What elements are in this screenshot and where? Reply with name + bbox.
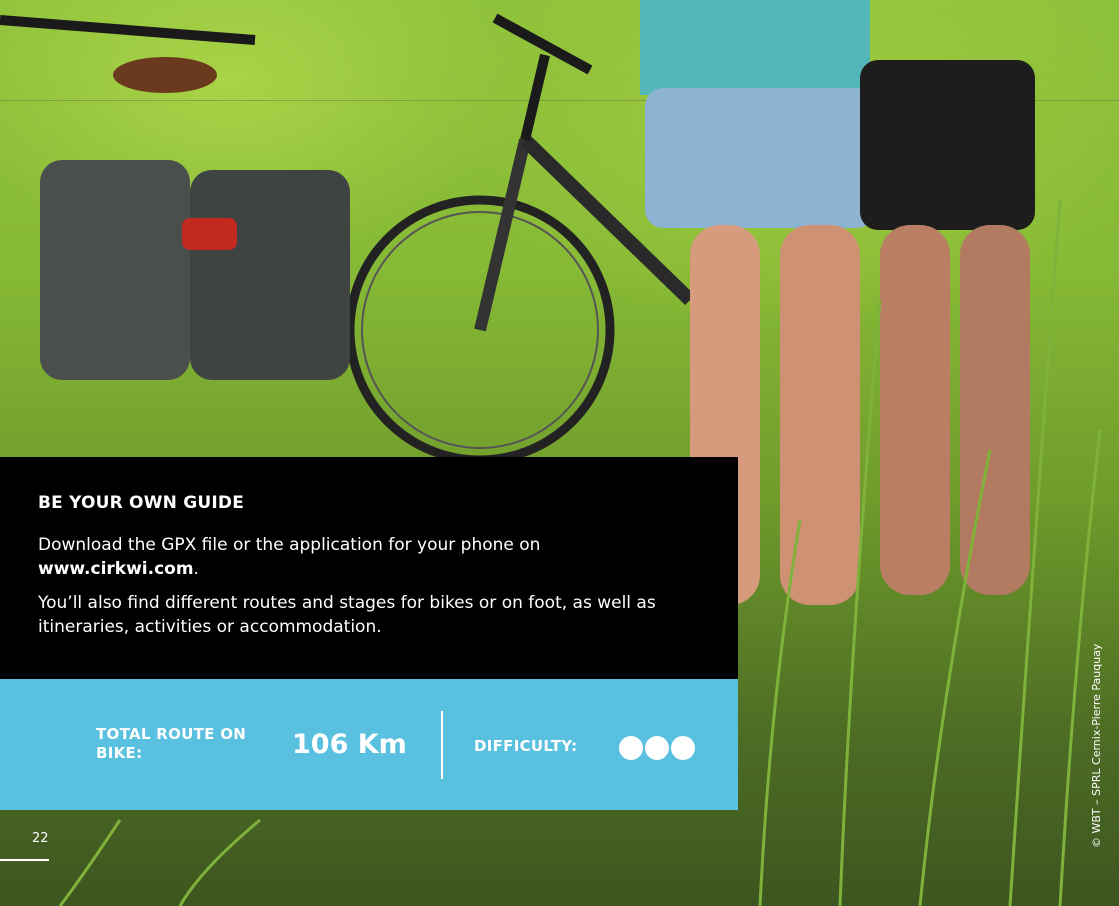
difficulty-dot-icon <box>619 736 643 760</box>
denim-shorts <box>645 88 875 228</box>
pannier-left <box>40 160 190 380</box>
leg <box>960 225 1030 595</box>
grass-blade <box>178 818 261 906</box>
difficulty-dot-icon <box>645 736 669 760</box>
rear-bicycle <box>345 13 695 465</box>
info-panel: BE YOUR OWN GUIDE Download the GPX file … <box>0 457 738 679</box>
page-number: 22 <box>32 831 49 846</box>
info-title: BE YOUR OWN GUIDE <box>38 493 245 513</box>
stem <box>520 53 550 142</box>
leg <box>780 225 860 605</box>
photo-credit: © WBT – SPRL Cernix-Pierre Pauquay <box>1090 643 1103 848</box>
total-route-value: 106 Km <box>292 729 407 760</box>
handlebar <box>0 15 256 45</box>
grass-blade <box>58 819 122 906</box>
fork <box>474 138 531 332</box>
total-route-label: TOTAL ROUTE ON BIKE: <box>96 725 247 762</box>
black-shorts <box>860 60 1035 230</box>
stats-bar: TOTAL ROUTE ON BIKE: 106 Km DIFFICULTY: <box>0 679 738 810</box>
page-number-rule <box>0 859 49 861</box>
stats-divider <box>441 711 443 779</box>
shirt <box>640 0 870 95</box>
difficulty-dot-icon <box>671 736 695 760</box>
rear-reflector <box>182 218 237 250</box>
download-text: Download the GPX file or the application… <box>38 535 541 555</box>
saddle <box>113 57 217 93</box>
period: . <box>193 559 199 579</box>
front-bicycle-with-panniers <box>0 15 350 380</box>
cirkwi-link[interactable]: www.cirkwi.com <box>38 559 194 579</box>
leg <box>880 225 950 595</box>
difficulty-rating <box>619 736 695 760</box>
pannier-right <box>190 170 350 380</box>
difficulty-label: DIFFICULTY: <box>474 737 578 755</box>
info-paragraph-download: Download the GPX file or the application… <box>38 533 700 581</box>
info-paragraph-routes: You’ll also find different routes and st… <box>38 593 656 637</box>
